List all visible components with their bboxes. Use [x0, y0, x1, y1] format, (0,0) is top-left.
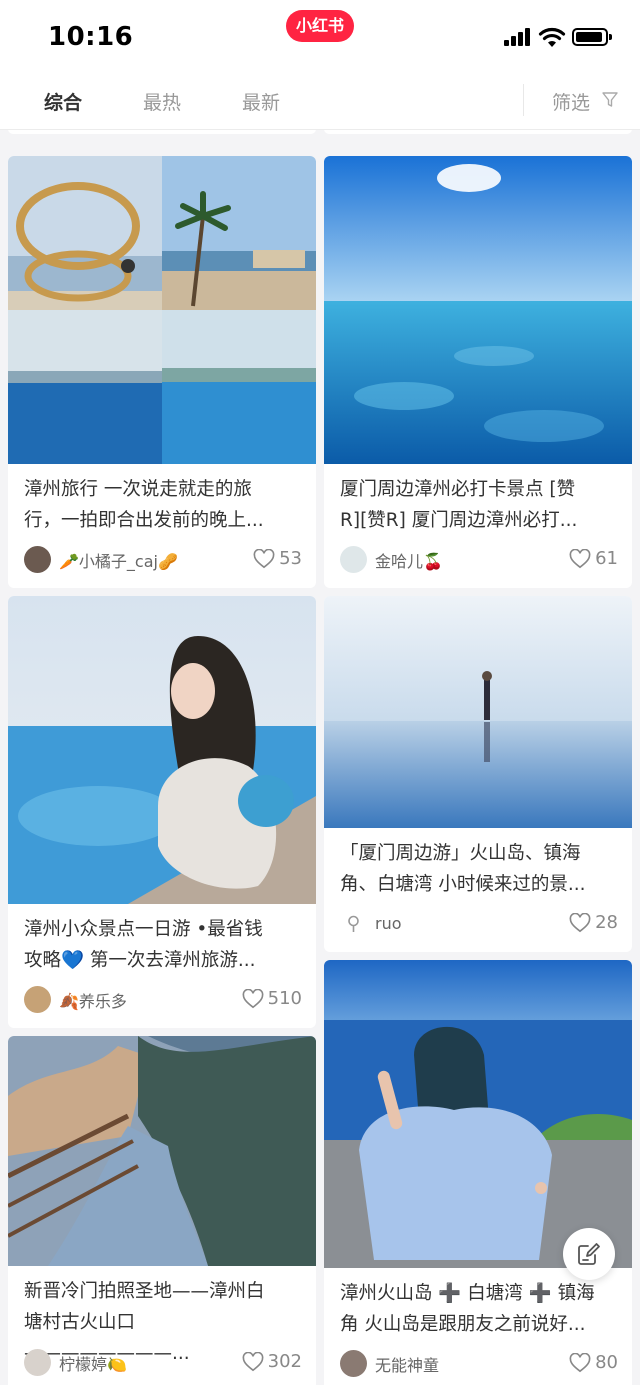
like-button[interactable]: 510: [242, 988, 302, 1009]
note-author[interactable]: 金哈儿🍒: [340, 546, 443, 573]
filter-button[interactable]: 筛选: [552, 88, 590, 115]
location-pin-icon: [348, 915, 359, 932]
author-name: 柠檬婷🍋: [59, 1354, 127, 1374]
like-count: 302: [267, 1351, 302, 1372]
note-author[interactable]: 🍂养乐多: [24, 986, 127, 1013]
avatar: [340, 1350, 367, 1377]
note-author[interactable]: 🥕小橘子_caj🥜: [24, 546, 178, 573]
previous-card-stub: [324, 130, 632, 134]
note-card[interactable]: 「厦门周边游」火山岛、镇海 角、白塘湾 小时候来过的景... ruo 28: [324, 596, 632, 952]
tab-bar: 综合 最热 最新 筛选: [0, 74, 640, 130]
author-name: ruo: [375, 914, 402, 933]
like-button[interactable]: 61: [569, 548, 618, 569]
note-title-line: 角、白塘湾 小时候来过的景...: [340, 874, 586, 895]
avatar: [24, 546, 51, 573]
note-cover-image: [324, 960, 632, 1268]
like-button[interactable]: 302: [242, 1351, 302, 1372]
note-title-line: 角 火山岛是跟朋友之前说好...: [340, 1314, 586, 1335]
note-title-line: 「厦门周边游」火山岛、镇海: [340, 843, 581, 864]
clock: 10:16: [48, 22, 134, 52]
note-author[interactable]: 柠檬婷🍋: [24, 1349, 127, 1376]
tab-hottest[interactable]: 最热: [143, 88, 181, 115]
tab-newest[interactable]: 最新: [242, 88, 280, 115]
avatar: [24, 1349, 51, 1376]
heart-icon: [242, 988, 264, 1008]
note-title-line: 攻略💙 第一次去漳州旅游...: [24, 950, 256, 971]
note-card[interactable]: 新晋冷门拍照圣地——漳州白 塘村古火山口————————... 柠檬婷🍋 302: [8, 1036, 316, 1385]
heart-icon: [569, 1352, 591, 1372]
edit-note-icon: [578, 1243, 600, 1265]
compose-button[interactable]: [563, 1228, 615, 1280]
note-card[interactable]: 漳州旅行 一次说走就走的旅 行，一拍即合出发前的晚上... 🥕小橘子_caj🥜 …: [8, 156, 316, 588]
status-bar: 10:16 小红书: [0, 0, 640, 74]
note-cover-image: [8, 156, 316, 464]
note-cover-image: [8, 1036, 316, 1266]
note-title: 漳州旅行 一次说走就走的旅 行，一拍即合出发前的晚上...: [24, 474, 300, 536]
note-title: 厦门周边漳州必打卡景点 [赞 R][赞R] 厦门周边漳州必打...: [340, 474, 616, 536]
note-title-line: 漳州小众景点一日游 •最省钱: [24, 919, 263, 940]
heart-icon: [242, 1351, 264, 1371]
avatar: [24, 986, 51, 1013]
note-title: 漳州火山岛 ➕ 白塘湾 ➕ 镇海 角 火山岛是跟朋友之前说好...: [340, 1278, 616, 1340]
note-title: 漳州小众景点一日游 •最省钱 攻略💙 第一次去漳州旅游...: [24, 914, 300, 976]
note-cover-image: [324, 156, 632, 464]
note-title-line: R][赞R] 厦门周边漳州必打...: [340, 510, 578, 531]
note-card[interactable]: 漳州小众景点一日游 •最省钱 攻略💙 第一次去漳州旅游... 🍂养乐多 510: [8, 596, 316, 1028]
note-title-line: 行，一拍即合出发前的晚上...: [24, 510, 264, 531]
note-title-line: 厦门周边漳州必打卡景点 [赞: [340, 479, 576, 500]
note-card[interactable]: 厦门周边漳州必打卡景点 [赞 R][赞R] 厦门周边漳州必打... 金哈儿🍒 6…: [324, 156, 632, 588]
note-author[interactable]: ruo: [340, 910, 402, 937]
like-count: 53: [279, 548, 302, 569]
previous-card-stub: [8, 130, 316, 134]
note-card[interactable]: 漳州火山岛 ➕ 白塘湾 ➕ 镇海 角 火山岛是跟朋友之前说好... 无能神童 8…: [324, 960, 632, 1385]
note-title-line: 漳州旅行 一次说走就走的旅: [24, 479, 252, 500]
cellular-signal-icon: [504, 28, 532, 46]
note-cover-image: [324, 596, 632, 828]
avatar: [340, 546, 367, 573]
note-title-line: 新晋冷门拍照圣地——漳州白: [24, 1281, 265, 1302]
battery-icon: [572, 28, 612, 46]
like-count: 510: [267, 988, 302, 1009]
note-title-line: 漳州火山岛 ➕ 白塘湾 ➕ 镇海: [340, 1283, 595, 1304]
author-name: 无能神童: [375, 1355, 440, 1375]
like-button[interactable]: 80: [569, 1352, 618, 1373]
funnel-icon[interactable]: [601, 91, 619, 109]
like-count: 28: [595, 912, 618, 933]
tab-divider: [523, 84, 524, 116]
note-title: 「厦门周边游」火山岛、镇海 角、白塘湾 小时候来过的景...: [340, 838, 616, 900]
like-button[interactable]: 28: [569, 912, 618, 933]
wifi-icon: [538, 27, 566, 47]
note-cover-image: [8, 596, 316, 904]
like-count: 80: [595, 1352, 618, 1373]
note-author[interactable]: 无能神童: [340, 1350, 439, 1377]
tab-comprehensive[interactable]: 综合: [44, 88, 82, 115]
author-name: 🍂养乐多: [59, 991, 127, 1011]
app-badge[interactable]: 小红书: [286, 10, 354, 42]
heart-icon: [253, 548, 275, 568]
like-count: 61: [595, 548, 618, 569]
heart-icon: [569, 548, 591, 568]
like-button[interactable]: 53: [253, 548, 302, 569]
author-name: 🥕小橘子_caj🥜: [59, 551, 178, 571]
author-name: 金哈儿🍒: [375, 551, 443, 571]
note-feed[interactable]: 漳州旅行 一次说走就走的旅 行，一拍即合出发前的晚上... 🥕小橘子_caj🥜 …: [0, 130, 640, 1385]
heart-icon: [569, 912, 591, 932]
